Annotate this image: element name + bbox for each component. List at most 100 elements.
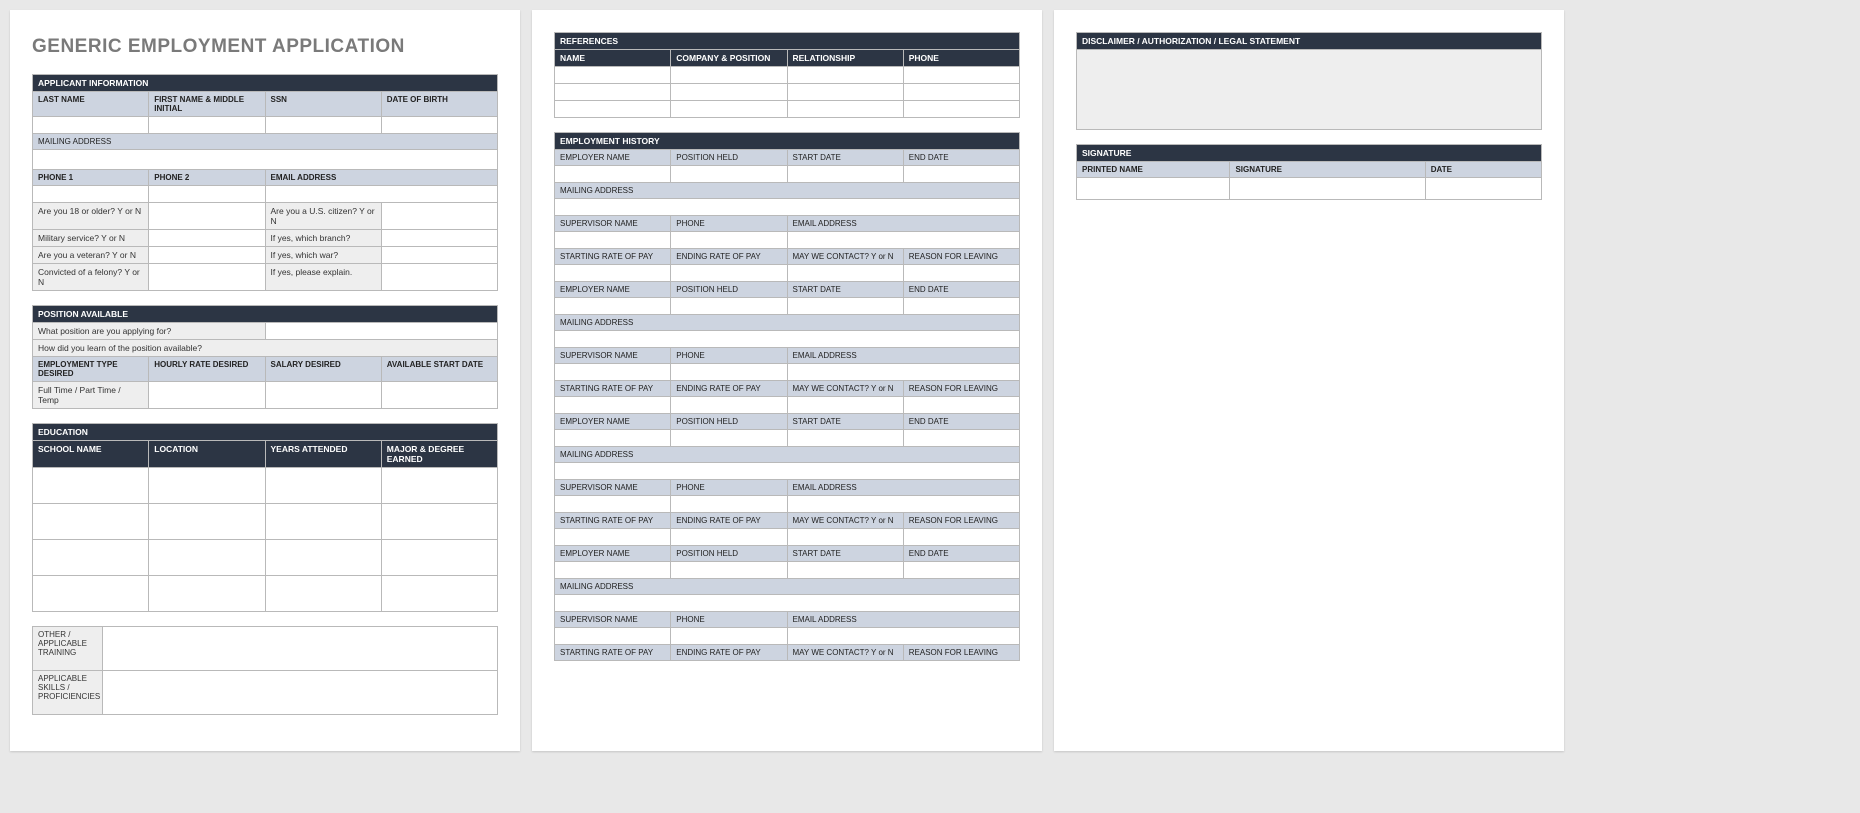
emp-input[interactable]	[671, 562, 787, 579]
emp-input[interactable]	[903, 166, 1019, 183]
emp-input[interactable]	[671, 364, 787, 381]
edu-row[interactable]	[381, 468, 497, 504]
dob-input[interactable]	[381, 117, 497, 134]
emp-input[interactable]	[555, 166, 671, 183]
edu-row[interactable]	[381, 576, 497, 612]
edu-row[interactable]	[149, 540, 265, 576]
ref-row[interactable]	[787, 101, 903, 118]
first-name-input[interactable]	[149, 117, 265, 134]
edu-row[interactable]	[149, 576, 265, 612]
emp-input[interactable]	[787, 265, 903, 282]
ref-row[interactable]	[555, 84, 671, 101]
emp-input[interactable]	[903, 562, 1019, 579]
emp-input[interactable]	[787, 298, 903, 315]
salary-input[interactable]	[265, 382, 381, 409]
q-explain-input[interactable]	[381, 264, 497, 291]
emp-input[interactable]	[555, 430, 671, 447]
q-felony-input[interactable]	[149, 264, 265, 291]
emp-input[interactable]	[903, 430, 1019, 447]
edu-row[interactable]	[149, 468, 265, 504]
emp-input[interactable]	[555, 628, 671, 645]
hourly-input[interactable]	[149, 382, 265, 409]
emp-input[interactable]	[903, 529, 1019, 546]
edu-row[interactable]	[33, 468, 149, 504]
ref-row[interactable]	[671, 101, 787, 118]
edu-row[interactable]	[33, 540, 149, 576]
q-age-input[interactable]	[149, 203, 265, 230]
edu-row[interactable]	[149, 504, 265, 540]
emp-input[interactable]	[671, 166, 787, 183]
q-position-input[interactable]	[265, 323, 498, 340]
emp-input[interactable]	[787, 496, 1020, 513]
emp-input[interactable]	[671, 232, 787, 249]
emp-input[interactable]	[903, 265, 1019, 282]
emp-input[interactable]	[903, 397, 1019, 414]
ref-row[interactable]	[903, 67, 1019, 84]
edu-row[interactable]	[33, 576, 149, 612]
ref-row[interactable]	[903, 84, 1019, 101]
emp-input[interactable]	[671, 397, 787, 414]
q-citizen-input[interactable]	[381, 203, 497, 230]
edu-row[interactable]	[265, 540, 381, 576]
emp-mailing-input[interactable]	[555, 463, 1020, 480]
last-name-input[interactable]	[33, 117, 149, 134]
email-input[interactable]	[265, 186, 498, 203]
start-input[interactable]	[381, 382, 497, 409]
phone1-input[interactable]	[33, 186, 149, 203]
mailing-address-input[interactable]	[33, 150, 498, 170]
emp-input[interactable]	[787, 397, 903, 414]
ref-row[interactable]	[671, 67, 787, 84]
ref-row[interactable]	[555, 67, 671, 84]
emp-input[interactable]	[787, 364, 1020, 381]
emp-mailing-input[interactable]	[555, 331, 1020, 348]
emp-phone-label: PHONE	[671, 348, 787, 364]
emp-input[interactable]	[555, 529, 671, 546]
emp-input[interactable]	[787, 430, 903, 447]
emp-input[interactable]	[555, 232, 671, 249]
q-war-input[interactable]	[381, 247, 497, 264]
ref-row[interactable]	[787, 67, 903, 84]
emp-input[interactable]	[671, 496, 787, 513]
emp-input[interactable]	[903, 298, 1019, 315]
skills-input[interactable]	[103, 671, 498, 715]
emp-mailing-input[interactable]	[555, 595, 1020, 612]
other-training-input[interactable]	[103, 627, 498, 671]
emp-input[interactable]	[787, 232, 1020, 249]
emp-input[interactable]	[555, 397, 671, 414]
q-branch-input[interactable]	[381, 230, 497, 247]
phone2-input[interactable]	[149, 186, 265, 203]
emp-input[interactable]	[671, 529, 787, 546]
ssn-input[interactable]	[265, 117, 381, 134]
emp-input[interactable]	[555, 364, 671, 381]
ref-row[interactable]	[671, 84, 787, 101]
date-input[interactable]	[1425, 178, 1541, 200]
edu-row[interactable]	[265, 468, 381, 504]
emp-input[interactable]	[671, 628, 787, 645]
signature-input[interactable]	[1230, 178, 1425, 200]
edu-row[interactable]	[381, 540, 497, 576]
emp-input[interactable]	[787, 166, 903, 183]
emp-input[interactable]	[787, 562, 903, 579]
printed-name-input[interactable]	[1077, 178, 1230, 200]
edu-row[interactable]	[33, 504, 149, 540]
emp-input[interactable]	[787, 628, 1020, 645]
ref-row[interactable]	[903, 101, 1019, 118]
emp-input[interactable]	[671, 265, 787, 282]
emp-input[interactable]	[671, 298, 787, 315]
q-military-input[interactable]	[149, 230, 265, 247]
q-veteran-input[interactable]	[149, 247, 265, 264]
emp-input[interactable]	[555, 298, 671, 315]
edu-row[interactable]	[265, 504, 381, 540]
emp-input[interactable]	[787, 529, 903, 546]
emp-input[interactable]	[555, 496, 671, 513]
emp-input[interactable]	[555, 265, 671, 282]
ref-row[interactable]	[787, 84, 903, 101]
emp-mailing-input[interactable]	[555, 199, 1020, 216]
ref-row[interactable]	[555, 101, 671, 118]
edu-row[interactable]	[265, 576, 381, 612]
disclaimer-text-area[interactable]	[1077, 50, 1542, 130]
edu-row[interactable]	[381, 504, 497, 540]
supervisor-label: SUPERVISOR NAME	[555, 348, 671, 364]
emp-input[interactable]	[555, 562, 671, 579]
emp-input[interactable]	[671, 430, 787, 447]
